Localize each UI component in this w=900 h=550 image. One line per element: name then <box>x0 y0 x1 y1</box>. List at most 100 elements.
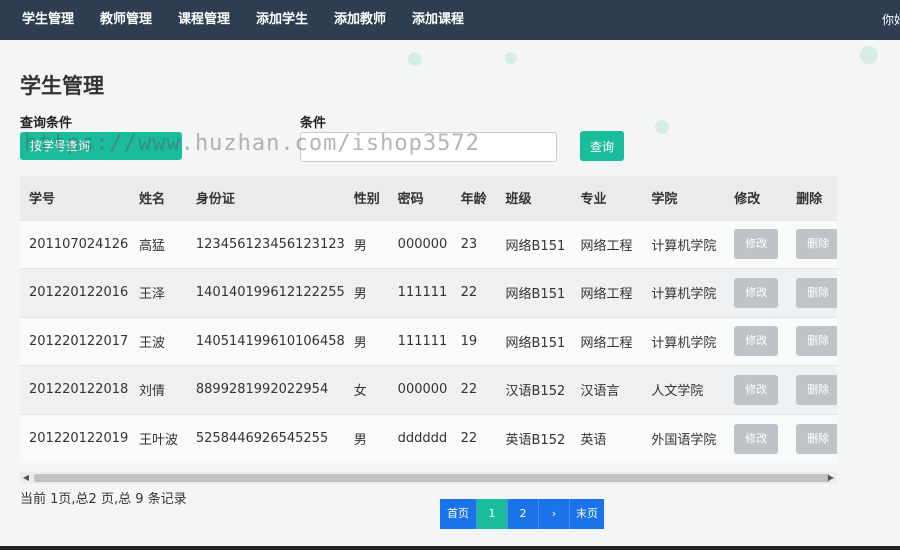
top-nav-bar: 学生管理 教师管理 课程管理 添加学生 添加教师 添加课程 你好 <box>0 0 900 40</box>
cell-major: 网络工程 <box>571 316 643 366</box>
cell-name: 刘倩 <box>129 365 187 414</box>
cell-student-id: 201220122018 <box>20 365 130 414</box>
cell-major: 英语 <box>571 413 643 463</box>
column-header-age: 年龄 <box>451 176 497 220</box>
edit-button[interactable]: 修改 <box>734 374 779 405</box>
cell-class: 网络B151 <box>496 316 572 366</box>
nav-item-course-management[interactable]: 课程管理 <box>178 0 230 40</box>
cell-id-card: 140140199612122255 <box>186 268 345 317</box>
cell-name: 高猛 <box>129 219 187 269</box>
background-dot <box>408 52 422 66</box>
cell-id-card: 140514199610106458 <box>186 316 345 366</box>
cell-college: 计算机学院 <box>642 316 726 366</box>
record-info: 当前 1页,总2 页,总 9 条记录 <box>20 492 187 507</box>
column-header-password: 密码 <box>388 176 452 220</box>
scroll-left-arrow-icon[interactable]: ◀ <box>20 472 32 484</box>
background-dot <box>655 120 669 134</box>
delete-button[interactable]: 删除 <box>796 423 837 454</box>
cell-gender: 女 <box>344 365 389 414</box>
table-header-row: 学号 姓名 身份证 性别 密码 年龄 班级 专业 学院 修改 删除 <box>20 176 837 220</box>
cell-class: 汉语B152 <box>496 365 572 414</box>
student-table-container: 学号 姓名 身份证 性别 密码 年龄 班级 专业 学院 修改 删除 201107… <box>20 176 837 472</box>
cell-id-card: 8899281992022954 <box>186 365 345 414</box>
column-header-name: 姓名 <box>129 176 187 220</box>
pagination-page-2[interactable]: 2 <box>508 499 539 529</box>
pagination: 首页 1 2 › 末页 <box>440 499 604 529</box>
pagination-next-button[interactable]: › <box>539 499 570 529</box>
cell-major: 网络工程 <box>571 268 643 317</box>
delete-button[interactable]: 删除 <box>796 326 837 357</box>
cell-id-card: 123456123456123123 <box>186 219 345 269</box>
table-body: 201107024126 高猛 123456123456123123 男 000000 2… <box>20 219 837 463</box>
cell-age: 22 <box>451 365 497 414</box>
table-row: 201107024126 高猛 123456123456123123 男 000000 2… <box>20 219 837 269</box>
cell-delete: 删除 <box>787 365 837 414</box>
nav-item-add-student[interactable]: 添加学生 <box>256 0 308 40</box>
query-condition-label: 查询条件 <box>20 116 73 131</box>
condition-input[interactable] <box>300 132 557 162</box>
table-row: 201220122019 王叶波 5258446926545255 男 dddddd 22… <box>20 413 837 463</box>
cell-major: 汉语言 <box>571 365 643 414</box>
cell-college: 计算机学院 <box>642 219 726 269</box>
condition-label: 条件 <box>300 116 327 131</box>
cell-name: 王波 <box>129 316 187 366</box>
cell-password: 111111 <box>388 268 452 317</box>
cell-student-id: 201220122017 <box>20 316 130 366</box>
cell-gender: 男 <box>344 219 389 269</box>
nav-item-add-teacher[interactable]: 添加教师 <box>334 0 386 40</box>
cell-major: 网络工程 <box>571 219 643 269</box>
background-dot <box>505 52 517 64</box>
cell-age: 23 <box>451 219 497 269</box>
query-condition-select[interactable]: 按学号查询 <box>20 132 182 160</box>
delete-button[interactable]: 删除 <box>796 374 837 405</box>
cell-id-card: 5258446926545255 <box>186 413 345 463</box>
cell-delete: 删除 <box>787 268 837 317</box>
nav-item-add-course[interactable]: 添加课程 <box>412 0 464 40</box>
user-greeting[interactable]: 你好 <box>882 0 900 40</box>
cell-class: 网络B151 <box>496 219 572 269</box>
delete-button[interactable]: 删除 <box>796 277 837 308</box>
cell-name: 王叶波 <box>129 413 187 463</box>
edit-button[interactable]: 修改 <box>734 277 779 308</box>
edit-button[interactable]: 修改 <box>734 326 779 357</box>
column-header-id-card: 身份证 <box>186 176 345 220</box>
cell-class: 网络B151 <box>496 268 572 317</box>
cell-college: 人文学院 <box>642 365 726 414</box>
bottom-edge <box>0 546 900 550</box>
background-dot <box>860 46 878 64</box>
cell-age: 19 <box>451 316 497 366</box>
cell-edit: 修改 <box>725 365 788 414</box>
cell-college: 计算机学院 <box>642 268 726 317</box>
cell-student-id: 201107024126 <box>20 219 130 269</box>
nav-item-teacher-management[interactable]: 教师管理 <box>100 0 152 40</box>
cell-delete: 删除 <box>787 413 837 463</box>
cell-edit: 修改 <box>725 268 788 317</box>
nav-item-student-management[interactable]: 学生管理 <box>22 0 74 40</box>
table-row: 201220122017 王波 140514199610106458 男 111111 1… <box>20 316 837 366</box>
cell-delete: 删除 <box>787 316 837 366</box>
cell-gender: 男 <box>344 316 389 366</box>
column-header-class: 班级 <box>496 176 572 220</box>
edit-button[interactable]: 修改 <box>734 423 779 454</box>
pagination-last-button[interactable]: 末页 <box>570 499 604 529</box>
horizontal-scrollbar[interactable]: ◀ ▶ <box>20 472 837 484</box>
query-button[interactable]: 查询 <box>580 131 624 161</box>
cell-gender: 男 <box>344 268 389 317</box>
cell-student-id: 201220122019 <box>20 413 130 463</box>
cell-password: 000000 <box>388 365 452 414</box>
cell-delete: 删除 <box>787 219 837 269</box>
edit-button[interactable]: 修改 <box>734 229 779 260</box>
column-header-edit: 修改 <box>725 176 788 220</box>
delete-button[interactable]: 删除 <box>796 229 837 260</box>
cell-age: 22 <box>451 268 497 317</box>
scrollbar-thumb[interactable] <box>34 474 830 482</box>
cell-edit: 修改 <box>725 413 788 463</box>
student-table: 学号 姓名 身份证 性别 密码 年龄 班级 专业 学院 修改 删除 201107… <box>20 176 837 463</box>
cell-password: 111111 <box>388 316 452 366</box>
table-row: 201220122016 王泽 140140199612122255 男 111111 2… <box>20 268 837 317</box>
table-row: 201220122018 刘倩 8899281992022954 女 000000 22 汉… <box>20 365 837 414</box>
pagination-first-button[interactable]: 首页 <box>440 499 477 529</box>
scroll-right-arrow-icon[interactable]: ▶ <box>825 472 837 484</box>
page-title: 学生管理 <box>20 74 104 98</box>
pagination-page-1[interactable]: 1 <box>477 499 508 529</box>
